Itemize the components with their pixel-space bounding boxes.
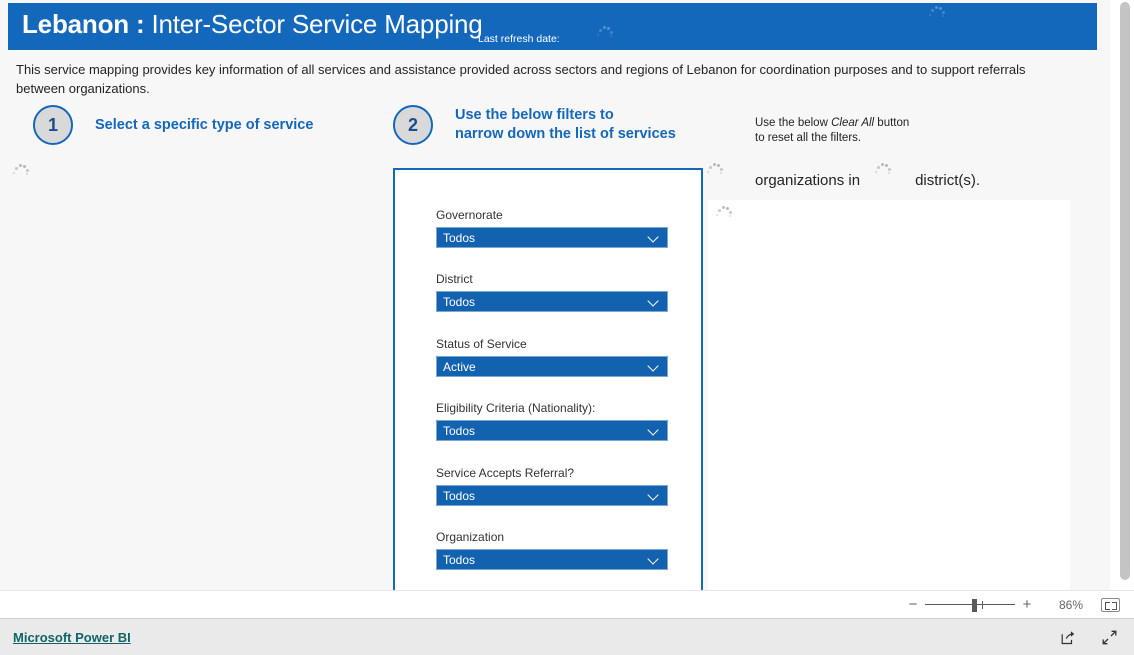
step-1-marker: 1 Select a specific type of service: [33, 105, 313, 145]
zoom-slider-thumb[interactable]: [972, 598, 977, 612]
chevron-down-icon: [648, 232, 659, 243]
last-refresh-label: Last refresh date:: [478, 33, 560, 45]
clear-all-hint: Use the below Clear All button to reset …: [755, 101, 909, 146]
summary-line: organizations in district(s).: [700, 172, 1100, 198]
chevron-down-icon: [648, 425, 659, 436]
filter-district-label: District: [436, 272, 473, 286]
filter-eligibility-criteria: Eligibility Criteria (Nationality): Todo…: [436, 401, 668, 441]
results-panel: [708, 200, 1070, 590]
filter-organization-label: Organization: [436, 530, 505, 544]
step-2-marker: 2 Use the below filters to narrow down t…: [393, 105, 676, 145]
filter-district: District Todos: [436, 272, 668, 312]
fullscreen-icon[interactable]: [1101, 629, 1118, 646]
zoom-out-button[interactable]: −: [905, 597, 921, 612]
filter-panel: Governorate Todos District Todos Status …: [393, 168, 703, 590]
loading-spinner-icon: [715, 203, 733, 221]
fit-to-screen-icon[interactable]: [1101, 597, 1120, 612]
zoom-slider[interactable]: [925, 598, 1015, 612]
footer-icon-group: [1060, 629, 1118, 646]
power-bi-report-viewer: Lebanon : Inter-Sector Service Mapping L…: [0, 0, 1134, 655]
clear-all-hint-before: Use the below: [755, 117, 832, 129]
report-footer: Microsoft Power BI: [0, 618, 1134, 655]
zoom-toolbar: − + 86%: [0, 590, 1134, 618]
step-1-label: Select a specific type of service: [95, 116, 314, 133]
loading-spinner-icon: [12, 161, 30, 179]
filter-organization: Organization Todos: [436, 530, 668, 570]
chevron-down-icon: [648, 361, 659, 372]
clear-all-hint-emphasis: Clear All: [831, 117, 875, 129]
page-title-bold: Lebanon :: [22, 9, 145, 39]
step-2-number: 2: [393, 105, 433, 145]
chevron-down-icon: [648, 490, 659, 501]
share-icon[interactable]: [1060, 629, 1077, 646]
chevron-down-icon: [648, 554, 659, 565]
filter-status-of-service-value: Active: [443, 359, 476, 374]
zoom-percent-label: 86%: [1058, 597, 1083, 612]
filter-eligibility-criteria-label: Eligibility Criteria (Nationality):: [436, 401, 596, 415]
filter-organization-value: Todos: [443, 552, 476, 567]
report-canvas: Lebanon : Inter-Sector Service Mapping L…: [0, 0, 1110, 590]
filter-governorate-label: Governorate: [436, 208, 503, 222]
zoom-in-button[interactable]: +: [1019, 597, 1035, 612]
filter-governorate: Governorate Todos: [436, 208, 668, 248]
filter-organization-dropdown[interactable]: Todos: [436, 549, 668, 570]
loading-spinner-icon: [596, 23, 614, 41]
filter-accepts-referral-value: Todos: [443, 488, 476, 503]
vertical-scrollbar[interactable]: [1117, 0, 1134, 590]
filter-district-dropdown[interactable]: Todos: [436, 291, 668, 312]
filter-status-of-service-dropdown[interactable]: Active: [436, 356, 668, 377]
filter-eligibility-criteria-value: Todos: [443, 423, 476, 438]
filter-status-of-service: Status of Service Active: [436, 337, 668, 377]
page-title-light: Inter-Sector Service Mapping: [144, 9, 483, 39]
filter-accepts-referral: Service Accepts Referral? Todos: [436, 466, 668, 506]
loading-spinner-icon: [928, 3, 946, 21]
chevron-down-icon: [648, 296, 659, 307]
filter-accepts-referral-label: Service Accepts Referral?: [436, 466, 575, 480]
step-1-number: 1: [33, 105, 73, 145]
microsoft-power-bi-link[interactable]: Microsoft Power BI: [13, 630, 131, 645]
filter-accepts-referral-dropdown[interactable]: Todos: [436, 485, 668, 506]
page-title: Lebanon : Inter-Sector Service Mapping: [22, 9, 483, 40]
summary-districts-label: district(s).: [915, 172, 981, 189]
filter-status-of-service-label: Status of Service: [436, 337, 527, 351]
filter-governorate-value: Todos: [443, 230, 476, 245]
zoom-slider-tick: [982, 600, 983, 609]
summary-organizations-label: organizations in: [755, 172, 861, 189]
intro-paragraph: This service mapping provides key inform…: [16, 62, 1026, 96]
vertical-scrollbar-thumb[interactable]: [1120, 2, 1130, 580]
filter-governorate-dropdown[interactable]: Todos: [436, 227, 668, 248]
filter-eligibility-criteria-dropdown[interactable]: Todos: [436, 420, 668, 441]
filter-district-value: Todos: [443, 294, 476, 309]
step-2-label: Use the below filters to narrow down the…: [455, 107, 676, 142]
